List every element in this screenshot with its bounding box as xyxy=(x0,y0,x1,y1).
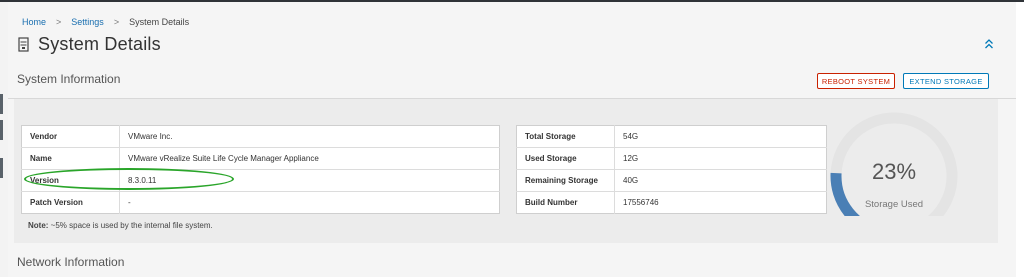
right-gutter xyxy=(1016,2,1024,277)
vendor-label: Vendor xyxy=(21,125,120,148)
storage-info-table: Total Storage 54G Used Storage 12G Remai… xyxy=(516,125,827,214)
breadcrumb: Home > Settings > System Details xyxy=(22,17,189,27)
remaining-storage-value: 40G xyxy=(614,169,827,192)
used-storage-value: 12G xyxy=(614,147,827,170)
breadcrumb-home[interactable]: Home xyxy=(22,17,46,27)
build-number-label: Build Number xyxy=(516,191,615,214)
total-storage-value: 54G xyxy=(614,125,827,148)
reboot-system-button[interactable]: REBOOT SYSTEM xyxy=(817,73,895,89)
table-row: Version 8.3.0.11 xyxy=(21,169,500,192)
name-label: Name xyxy=(21,147,120,170)
server-icon xyxy=(18,37,29,52)
patch-version-value: - xyxy=(128,198,131,207)
left-nav-strip xyxy=(0,2,8,277)
breadcrumb-settings[interactable]: Settings xyxy=(71,17,104,27)
table-row: Total Storage 54G xyxy=(516,125,827,148)
table-row: Used Storage 12G xyxy=(516,147,827,170)
patch-version-label: Patch Version xyxy=(21,191,120,214)
system-information-header: System Information xyxy=(17,72,121,86)
page-title: System Details xyxy=(38,34,161,54)
breadcrumb-current: System Details xyxy=(129,17,190,27)
build-number-value: 17556746 xyxy=(623,198,659,207)
table-row: Build Number 17556746 xyxy=(516,191,827,214)
network-information-header: Network Information xyxy=(17,255,125,269)
content-panel: Home > Settings > System Details System … xyxy=(8,2,1016,277)
remaining-storage-label: Remaining Storage xyxy=(516,169,615,192)
chevron-double-up-icon[interactable] xyxy=(984,38,994,50)
nav-indicator xyxy=(0,94,3,114)
table-row: Vendor VMware Inc. xyxy=(21,125,500,148)
page-header: System Details xyxy=(18,34,161,55)
storage-used-percent: 23% xyxy=(871,159,917,184)
storage-used-label: Storage Used xyxy=(864,199,924,210)
product-info-table: Vendor VMware Inc. Name VMware vRealize … xyxy=(21,125,500,214)
storage-note: Note: ~5% space is used by the internal … xyxy=(28,221,213,230)
total-storage-label: Total Storage xyxy=(516,125,615,148)
version-label: Version xyxy=(21,169,120,192)
nav-indicator xyxy=(0,158,3,178)
breadcrumb-separator: > xyxy=(113,17,120,27)
extend-storage-button[interactable]: EXTEND STORAGE xyxy=(903,73,989,89)
breadcrumb-separator: > xyxy=(56,17,62,27)
table-row: Patch Version - xyxy=(21,191,500,214)
table-row: Name VMware vRealize Suite Life Cycle Ma… xyxy=(21,147,500,170)
note-label: Note: xyxy=(28,221,49,230)
used-storage-label: Used Storage xyxy=(516,147,615,170)
table-row: Remaining Storage 40G xyxy=(516,169,827,192)
name-value: VMware vRealize Suite Life Cycle Manager… xyxy=(119,147,500,170)
nav-indicator xyxy=(0,120,3,140)
note-text: ~5% space is used by the internal file s… xyxy=(48,221,213,230)
vendor-value: VMware Inc. xyxy=(119,125,500,148)
version-value: 8.3.0.11 xyxy=(119,169,500,192)
